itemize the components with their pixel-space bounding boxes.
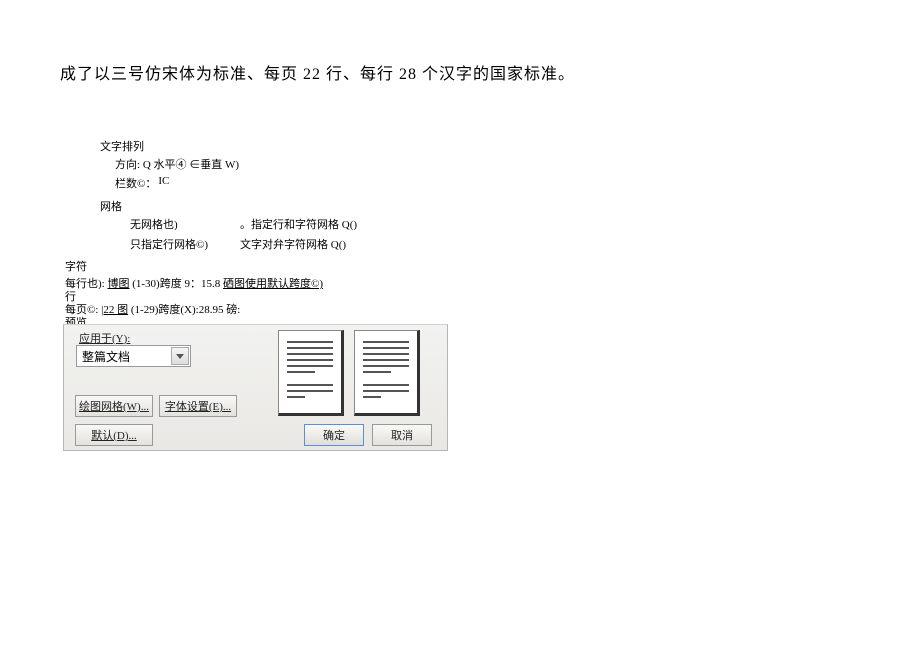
grid-align-option[interactable]: 文字对弁字符网格 Q() [240,235,357,255]
preview-pages [278,330,420,416]
grid-section-label: 网格 [100,198,122,214]
preview-page-left [278,330,344,416]
grid-rowcol-option[interactable]: 指定行和字符网格 Q() [251,219,357,231]
per-page-row: 每页©: |22 图 (1-29)跨度(X):28.95 磅: [65,301,240,317]
text-arrangement-label: 文字排列 [100,138,144,154]
per-line-default[interactable]: 硒图使用默认跨度©) [223,278,323,290]
direction-label: 方向: [115,159,140,171]
per-page-range: (1-29)跨度(X):28.95 磅: [131,304,240,316]
columns-row: 栏数©： IC [115,175,169,191]
apply-to-label: 应用于(Y): [79,330,130,346]
grid-options-left: 无网格也) 只指定行网格©) [130,215,208,255]
grid-options-right: 。指定行和字符网格 Q() 文字对弁字符网格 Q() [240,215,357,255]
font-settings-button[interactable]: 字体设置(E)... [159,395,237,417]
columns-label: 栏数©： [115,175,156,191]
draw-grid-button[interactable]: 绘图网格(W)... [75,395,153,417]
direction-horizontal-option[interactable]: Q 水平④ [143,159,187,171]
preview-page-right [354,330,420,416]
default-button[interactable]: 默认(D)... [75,424,153,446]
apply-to-value: 整篇文档 [82,348,130,365]
chevron-down-icon[interactable] [171,347,189,365]
cancel-button[interactable]: 取消 [372,424,432,446]
apply-to-dropdown[interactable]: 整篇文档 [76,345,191,367]
ok-button[interactable]: 确定 [304,424,364,446]
per-line-range: (1-30)跨度 9：15.8 [132,278,220,290]
chars-section-label: 字符 [65,258,87,274]
direction-vertical-option[interactable]: ∈垂直 W) [189,159,239,171]
dialog-panel: 应用于(Y): 整篇文档 绘图网格(W)... 字体设置(E)... 默认(D)… [63,324,448,451]
per-page-value[interactable]: |22 图 [101,304,128,316]
direction-row: 方向: Q 水平④ ∈垂直 W) [115,156,239,172]
grid-row-only-option[interactable]: 只指定行网格©) [130,235,208,255]
per-line-value[interactable]: 博图 [107,278,129,290]
grid-none-option[interactable]: 无网格也) [130,215,208,235]
columns-value[interactable]: IC [158,175,169,191]
document-heading: 成了以三号仿宋体为标准、每页 22 行、每行 28 个汉字的国家标准。 [60,60,575,84]
per-line-row: 每行也): 博图 (1-30)跨度 9：15.8 硒图使用默认跨度©) [65,275,323,291]
